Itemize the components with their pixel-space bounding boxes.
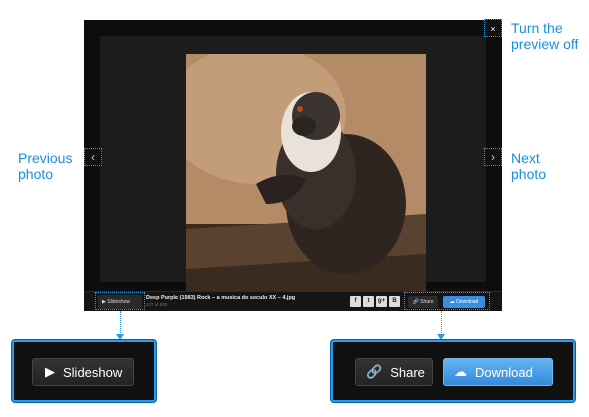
previous-photo-button[interactable]: ‹ <box>84 148 102 166</box>
download-button[interactable]: ☁ Download <box>443 358 553 386</box>
link-icon: 🔗 <box>366 364 383 379</box>
highlight-share-download <box>404 292 490 310</box>
photo-stage <box>100 36 486 298</box>
google-plus-icon[interactable]: g+ <box>376 296 387 307</box>
chevron-left-icon: ‹ <box>91 150 95 164</box>
callout-next: Next photo <box>511 150 547 182</box>
zoom-panel-slideshow: ▶ Slideshow <box>12 340 156 402</box>
play-icon: ▶ <box>45 364 55 379</box>
twitter-icon[interactable]: t <box>363 296 374 307</box>
close-preview-button[interactable]: × <box>484 19 502 37</box>
cloud-download-icon: ☁ <box>454 364 467 379</box>
callout-close: Turn the preview off <box>511 20 579 52</box>
blogger-icon[interactable]: B <box>389 296 400 307</box>
slideshow-button[interactable]: ▶ Slideshow <box>32 358 134 386</box>
next-photo-button[interactable]: › <box>484 148 502 166</box>
share-button[interactable]: 🔗 Share <box>355 358 433 386</box>
connector-left <box>120 311 121 335</box>
connector-right <box>441 311 442 335</box>
zoom-panel-share-download: 🔗 Share ☁ Download <box>331 340 575 402</box>
photo <box>186 54 426 298</box>
photo-caption: Deep Purple (1983) Rock – a musica do se… <box>146 295 296 301</box>
facebook-icon[interactable]: f <box>350 296 361 307</box>
highlight-slideshow <box>95 292 145 310</box>
chevron-right-icon: › <box>491 150 495 164</box>
callout-previous: Previous photo <box>18 150 73 182</box>
monkey-photo <box>186 54 426 298</box>
photo-viewer <box>84 20 502 311</box>
photo-counter: 137 of 693 <box>146 302 168 307</box>
